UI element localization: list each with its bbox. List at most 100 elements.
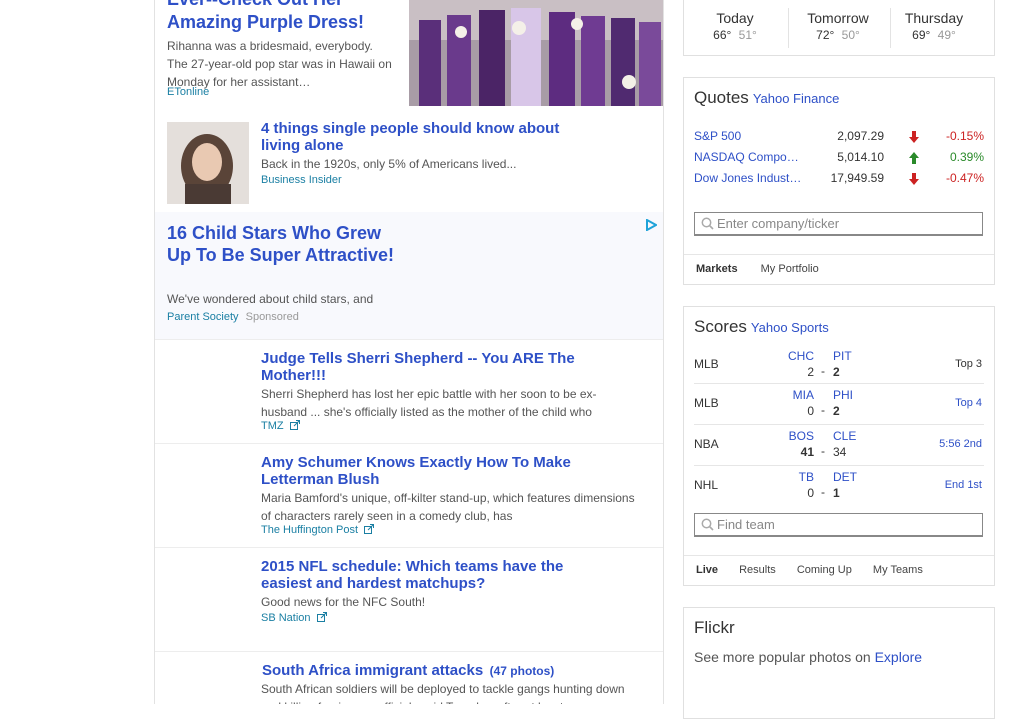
game-status[interactable]: End 1st bbox=[945, 479, 982, 491]
divider bbox=[684, 254, 994, 255]
news-item-sherri[interactable]: Judge Tells Sherri Shepherd -- You ARE T… bbox=[155, 340, 663, 443]
news-item-nfl[interactable]: 2015 NFL schedule: Which teams have the … bbox=[155, 548, 663, 651]
score-game[interactable]: MLB MIA PHI 0 - 2 Top 4 bbox=[684, 386, 994, 422]
away-score: 41 bbox=[800, 445, 814, 459]
flickr-panel: Flickr See more popular photos on Explor… bbox=[683, 607, 995, 719]
score-game[interactable]: MLB CHC PIT 2 - 2 Top 3 bbox=[684, 347, 994, 383]
ad-title[interactable]: 16 Child Stars Who Grew Up To Be Super A… bbox=[167, 222, 397, 266]
away-team[interactable]: MIA bbox=[774, 388, 814, 402]
search-icon bbox=[701, 518, 714, 531]
quote-row[interactable]: S&P 500 2,097.29 -0.15% bbox=[694, 129, 986, 150]
tab-live[interactable]: Live bbox=[696, 564, 718, 576]
divider bbox=[684, 555, 994, 556]
news-source[interactable]: TMZ bbox=[261, 420, 284, 432]
news-source[interactable]: The Huffington Post bbox=[261, 524, 358, 536]
game-status[interactable]: Top 4 bbox=[955, 397, 982, 409]
quotes-tabs: Markets My Portfolio bbox=[696, 263, 819, 275]
team-search-field[interactable]: Find team bbox=[694, 513, 983, 537]
low-temp: 51° bbox=[738, 28, 757, 42]
news-title[interactable]: 4 things single people should know about… bbox=[261, 120, 571, 154]
score-game[interactable]: NBA BOS CLE 41 - 34 5:56 2nd bbox=[684, 427, 994, 463]
bridesmaids-photo[interactable] bbox=[409, 0, 663, 106]
ad-source[interactable]: Parent Society bbox=[167, 311, 239, 323]
flickr-text: See more popular photos on bbox=[694, 649, 871, 665]
flickr-title: Flickr bbox=[694, 618, 735, 637]
news-item-dress[interactable]: Ever--Check Out Her Amazing Purple Dress… bbox=[155, 0, 663, 106]
sponsored-ad[interactable]: 16 Child Stars Who Grew Up To Be Super A… bbox=[155, 212, 663, 340]
news-stream: Ever--Check Out Her Amazing Purple Dress… bbox=[154, 0, 664, 704]
quote-row[interactable]: Dow Jones Indust… 17,949.59 -0.47% bbox=[694, 171, 986, 192]
news-item-living-alone[interactable]: 4 things single people should know about… bbox=[155, 110, 663, 210]
arrow-up-icon bbox=[909, 152, 919, 164]
arrow-down-icon bbox=[909, 173, 919, 185]
score-dash: - bbox=[821, 485, 825, 499]
external-link-icon bbox=[364, 524, 375, 534]
quote-name[interactable]: NASDAQ Compo… bbox=[694, 150, 799, 164]
tab-results[interactable]: Results bbox=[739, 564, 776, 576]
news-summary: Maria Bamford's unique, off-kilter stand… bbox=[261, 491, 635, 523]
quote-name[interactable]: S&P 500 bbox=[694, 129, 741, 143]
news-source[interactable]: SB Nation bbox=[261, 612, 311, 624]
away-team[interactable]: TB bbox=[774, 470, 814, 484]
tab-coming-up[interactable]: Coming Up bbox=[797, 564, 852, 576]
tab-my-teams[interactable]: My Teams bbox=[873, 564, 923, 576]
home-team[interactable]: CLE bbox=[833, 429, 856, 443]
thumbnail-woman[interactable] bbox=[167, 122, 249, 204]
away-team[interactable]: CHC bbox=[774, 349, 814, 363]
sponsored-label: Sponsored bbox=[245, 311, 299, 323]
home-team[interactable]: PIT bbox=[833, 349, 852, 363]
flickr-explore-link[interactable]: Explore bbox=[875, 649, 922, 665]
quote-value: 2,097.29 bbox=[837, 129, 884, 143]
game-status[interactable]: 5:56 2nd bbox=[939, 438, 982, 450]
quote-name[interactable]: Dow Jones Indust… bbox=[694, 171, 801, 185]
weather-day-thursday[interactable]: Thursday 69° 49° bbox=[884, 10, 984, 42]
quote-value: 5,014.10 bbox=[837, 150, 884, 164]
home-team[interactable]: DET bbox=[833, 470, 857, 484]
news-summary: Good news for the NFC South! bbox=[261, 595, 426, 609]
league-label: NBA bbox=[694, 437, 719, 451]
tab-my-portfolio[interactable]: My Portfolio bbox=[761, 263, 819, 275]
photo-count[interactable]: (47 photos) bbox=[490, 664, 555, 678]
scores-header: Scores Yahoo Sports bbox=[694, 317, 829, 337]
tab-markets[interactable]: Markets bbox=[696, 263, 738, 275]
quote-change: -0.15% bbox=[945, 129, 984, 143]
news-title[interactable]: Judge Tells Sherri Shepherd -- You ARE T… bbox=[261, 350, 601, 384]
news-item-south-africa[interactable]: South Africa immigrant attacks (47 photo… bbox=[155, 652, 663, 704]
news-item-schumer[interactable]: Amy Schumer Knows Exactly How To Make Le… bbox=[155, 444, 663, 547]
away-team[interactable]: BOS bbox=[774, 429, 814, 443]
weather-day-today[interactable]: Today 66° 51° bbox=[685, 10, 785, 42]
external-link-icon bbox=[316, 612, 327, 622]
ticker-search-field[interactable]: Enter company/ticker bbox=[694, 212, 983, 236]
day-name: Tomorrow bbox=[807, 10, 869, 26]
news-title[interactable]: Ever--Check Out Her Amazing Purple Dress… bbox=[167, 0, 382, 34]
yahoo-finance-link[interactable]: Yahoo Finance bbox=[753, 91, 840, 106]
news-source[interactable]: ETonline bbox=[167, 86, 209, 98]
yahoo-sports-link[interactable]: Yahoo Sports bbox=[751, 320, 829, 335]
game-status: Top 3 bbox=[955, 358, 982, 370]
league-label: MLB bbox=[694, 396, 719, 410]
home-score: 34 bbox=[833, 445, 847, 459]
home-team[interactable]: PHI bbox=[833, 388, 853, 402]
scores-panel: Scores Yahoo Sports MLB CHC PIT 2 - 2 Top… bbox=[683, 306, 995, 586]
news-title[interactable]: 2015 NFL schedule: Which teams have the … bbox=[261, 558, 581, 592]
league-label: NHL bbox=[694, 478, 719, 492]
news-summary: Back in the 1920s, only 5% of Americans … bbox=[261, 157, 517, 171]
day-name: Today bbox=[716, 10, 754, 26]
weather-day-tomorrow[interactable]: Tomorrow 72° 50° bbox=[788, 10, 888, 42]
news-title[interactable]: South Africa immigrant attacks bbox=[262, 662, 483, 679]
news-source[interactable]: Business Insider bbox=[261, 174, 342, 186]
quotes-title: Quotes bbox=[694, 88, 749, 107]
score-game[interactable]: NHL TB DET 0 - 1 End 1st bbox=[684, 468, 994, 504]
arrow-down-icon bbox=[909, 131, 919, 143]
news-summary: South African soldiers will be deployed … bbox=[261, 682, 625, 704]
bridesmaids-image bbox=[409, 0, 663, 106]
news-title[interactable]: Amy Schumer Knows Exactly How To Make Le… bbox=[261, 454, 581, 488]
adchoices-icon[interactable] bbox=[645, 218, 659, 236]
quote-row[interactable]: NASDAQ Compo… 5,014.10 0.39% bbox=[694, 150, 986, 171]
weather-panel: Today 66° 51° Tomorrow 72° 50° Thursday … bbox=[683, 0, 995, 56]
woman-image bbox=[167, 122, 249, 204]
team-search-placeholder: Find team bbox=[717, 517, 775, 532]
home-score: 2 bbox=[833, 404, 840, 418]
divider bbox=[694, 383, 984, 384]
news-summary: Rihanna was a bridesmaid, everybody. The… bbox=[167, 39, 392, 89]
